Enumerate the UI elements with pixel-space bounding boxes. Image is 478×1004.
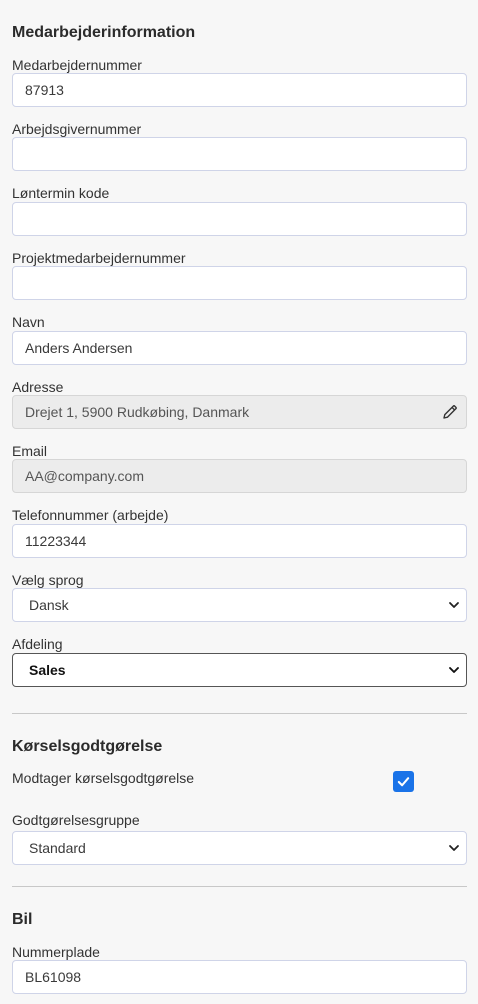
- language-select[interactable]: Dansk: [12, 588, 467, 622]
- checkmark-icon: [397, 777, 410, 787]
- section-title-car: Bil: [12, 911, 33, 928]
- work-phone-label: Telefonnummer (arbejde): [12, 507, 169, 523]
- department-label: Afdeling: [12, 636, 63, 652]
- receives-mileage-checkbox[interactable]: [393, 771, 414, 792]
- receives-mileage-label: Modtager kørselsgodtgørelse: [12, 770, 195, 786]
- chevron-down-icon: [449, 602, 459, 608]
- address-label: Adresse: [12, 379, 64, 395]
- project-employee-number-label: Projektmedarbejdernummer: [12, 250, 186, 266]
- email-label: Email: [12, 443, 48, 459]
- license-plate-input[interactable]: BL61098: [12, 960, 467, 994]
- chevron-down-icon: [449, 845, 459, 851]
- email-value: AA@company.com: [25, 468, 144, 484]
- section-divider: [12, 713, 467, 714]
- section-title-employee-info: Medarbejderinformation: [12, 24, 196, 41]
- department-select[interactable]: Sales: [12, 653, 467, 687]
- address-field: Drejet 1, 5900 Rudkøbing, Danmark: [12, 395, 467, 429]
- pencil-icon[interactable]: [440, 402, 460, 422]
- department-value: Sales: [29, 662, 66, 678]
- employer-number-label: Arbejdsgivernummer: [12, 121, 142, 137]
- language-value: Dansk: [29, 597, 69, 613]
- chevron-down-icon: [449, 667, 459, 673]
- name-value: Anders Andersen: [25, 340, 133, 356]
- section-divider: [12, 886, 467, 887]
- employee-number-input[interactable]: 87913: [12, 73, 467, 107]
- work-phone-input[interactable]: 11223344: [12, 524, 467, 558]
- employee-number-label: Medarbejdernummer: [12, 57, 142, 73]
- address-value: Drejet 1, 5900 Rudkøbing, Danmark: [25, 404, 250, 420]
- employer-number-input[interactable]: [12, 137, 467, 171]
- employee-number-value: 87913: [25, 82, 64, 98]
- name-label: Navn: [12, 314, 45, 330]
- mileage-group-select[interactable]: Standard: [12, 831, 467, 865]
- language-label: Vælg sprog: [12, 572, 84, 588]
- license-plate-value: BL61098: [25, 969, 82, 985]
- mileage-group-value: Standard: [29, 840, 86, 856]
- project-employee-number-input[interactable]: [12, 266, 467, 300]
- license-plate-label: Nummerplade: [12, 944, 100, 960]
- name-input[interactable]: Anders Andersen: [12, 331, 467, 365]
- work-phone-value: 11223344: [25, 533, 87, 549]
- pay-period-code-label: Løntermin kode: [12, 185, 110, 201]
- mileage-group-label: Godtgørelsesgruppe: [12, 812, 140, 828]
- section-title-mileage: Kørselsgodtgørelse: [12, 738, 163, 755]
- email-field: AA@company.com: [12, 459, 467, 493]
- pay-period-code-input[interactable]: [12, 202, 467, 236]
